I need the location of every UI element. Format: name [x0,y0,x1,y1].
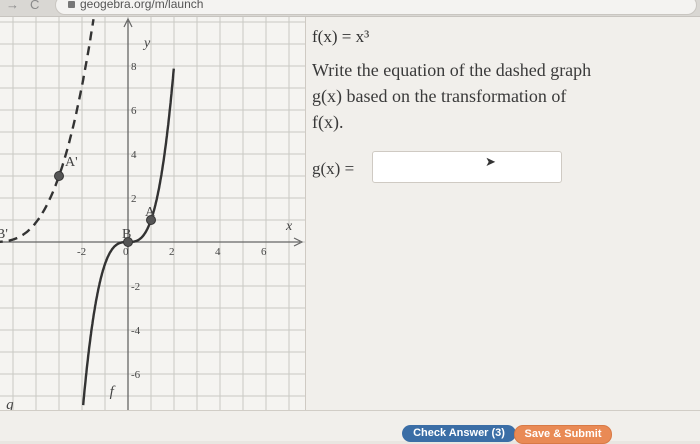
point-a-prime [54,171,64,181]
x-tick-label: 2 [169,246,175,258]
y-tick-label: -4 [131,325,141,337]
point-label-a-prime: A' [65,155,78,170]
f-curve-label: f [110,384,116,400]
attempt-count: (3) [491,427,505,439]
browser-toolbar: → C geogebra.org/m/launch [0,0,700,17]
check-answer-button[interactable]: Check Answer (3) [402,425,516,442]
y-tick-label: 2 [131,193,137,205]
back-arrow-icon[interactable]: → [6,0,19,12]
mouse-cursor-icon: ➤ [485,154,496,169]
y-tick-label: 6 [131,105,137,117]
answer-row: g(x) = ➤ [312,151,572,183]
url-text: geogebra.org/m/launch [68,0,203,11]
y-tick-label: 8 [131,61,137,73]
reload-icon[interactable]: C [30,0,39,12]
y-tick-label: 4 [131,149,137,161]
question-prompt: Write the equation of the dashed graph g… [312,60,592,132]
y-axis-label: y [142,36,151,51]
y-tick-label: -6 [131,369,141,381]
x-tick-label: 4 [215,246,221,258]
x-axis-label: x [285,219,293,234]
graph-panel[interactable]: yx-6-202468642-2-4-6-8ABA'B'fg [0,17,306,425]
function-definition: f(x) = x³ [312,27,370,46]
point-label-a: A [145,205,156,220]
question-panel: f(x) = x³ Write the equation of the dash… [312,27,692,135]
y-tick-label: -2 [131,281,140,293]
point-label-b: B [122,227,131,242]
point-label-b-prime: B' [0,227,8,242]
save-submit-button[interactable]: Save & Submit [514,425,612,444]
x-tick-label: 6 [261,246,267,258]
lock-icon [68,1,75,9]
answer-input[interactable]: ➤ [372,151,562,183]
g-dashed-curve [0,19,95,243]
answer-label: g(x) = [312,159,355,178]
coordinate-plane[interactable]: yx-6-202468642-2-4-6-8ABA'B'fg [0,17,305,425]
footer-divider [0,410,700,411]
address-bar[interactable]: geogebra.org/m/launch [55,0,697,15]
x-tick-label: 0 [123,246,129,258]
x-tick-label: -2 [77,246,86,258]
g-curve-label: g [6,397,14,411]
